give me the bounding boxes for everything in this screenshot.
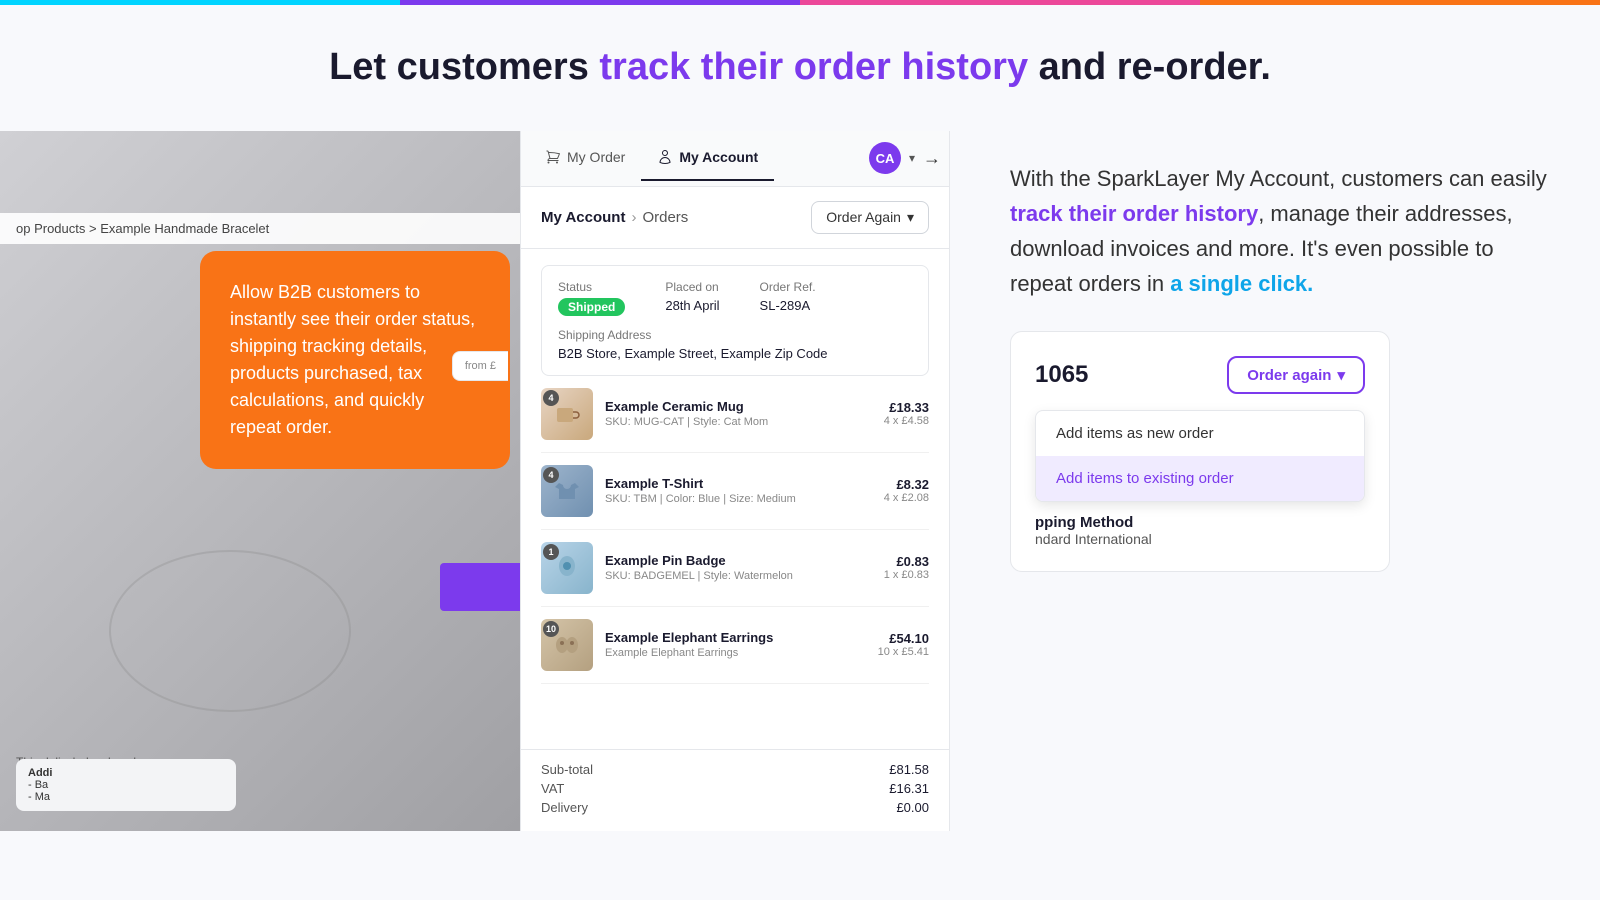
item-image-mug: 4 [541, 388, 593, 440]
user-icon [657, 149, 673, 165]
tab-order-label: My Order [567, 149, 625, 165]
order-meta-row: Status Shipped Placed on 28th April Orde… [558, 280, 912, 316]
add-button[interactable] [440, 563, 520, 611]
placed-on-col: Placed on 28th April [665, 280, 719, 316]
item-price: £18.33 4 x £4.58 [884, 400, 929, 427]
item-qty-badge: 4 [543, 390, 559, 406]
order-item: 4 Example Ceramic Mug SKU: MUG-CAT | Sty… [541, 376, 929, 453]
arrow-right-icon[interactable]: → [923, 148, 941, 169]
panel-breadcrumb: My Account › Orders Order Again ▾ [521, 187, 949, 249]
item-info: Example Ceramic Mug SKU: MUG-CAT | Style… [605, 399, 872, 428]
tab-my-order[interactable]: My Order [529, 135, 641, 181]
bracelet-background: op Products > Example Handmade Bracelet [0, 131, 520, 831]
bar-seg-orange [1200, 0, 1600, 5]
adding-box: Addi - Ba - Ma [16, 759, 236, 811]
order-item: 1 Example Pin Badge SKU: BADGEMEL | Styl… [541, 530, 929, 607]
delivery-row: Delivery £0.00 [541, 800, 929, 815]
top-rainbow-bar [0, 0, 1600, 5]
main-container: Let customers track their order history … [0, 5, 1600, 831]
item-qty-badge: 4 [543, 467, 559, 483]
item-info: Example Pin Badge SKU: BADGEMEL | Style:… [605, 553, 872, 582]
item-qty-badge: 1 [543, 544, 559, 560]
item-image-badge: 1 [541, 542, 593, 594]
breadcrumb: op Products > Example Handmade Bracelet [0, 213, 520, 244]
shipping-address-value: B2B Store, Example Street, Example Zip C… [558, 346, 912, 361]
item-qty-badge: 10 [543, 621, 559, 637]
item-price: £0.83 1 x £0.83 [884, 554, 929, 581]
status-col: Status Shipped [558, 280, 625, 316]
right-content: With the SparkLayer My Account, customer… [950, 131, 1600, 831]
dropdown-item-existing-order[interactable]: Add items to existing order [1036, 456, 1364, 501]
item-info: Example Elephant Earrings Example Elepha… [605, 630, 866, 659]
bar-seg-pink [800, 0, 1200, 5]
page-headline: Let customers track their order history … [329, 45, 1271, 91]
dropdown-item-new-order[interactable]: Add items as new order [1036, 411, 1364, 456]
bar-seg-purple [400, 0, 800, 5]
order-item: 4 Example T-Shirt SKU: TBM | Color: Blue… [541, 453, 929, 530]
widget-top-row: 1065 Order again ▾ [1035, 356, 1365, 394]
shipping-snippet: pping Method ndard International [1035, 514, 1365, 547]
order-ref-col: Order Ref. SL-289A [760, 280, 816, 316]
shipping-method-label: pping Method [1035, 514, 1365, 531]
item-image-earrings: 10 [541, 619, 593, 671]
order-item: 10 Example Elephant Earrings Example Ele… [541, 607, 929, 684]
tab-my-account[interactable]: My Account [641, 135, 774, 181]
cart-icon [545, 149, 561, 165]
shipping-method-value: ndard International [1035, 531, 1365, 547]
widget-order-number: 1065 [1035, 361, 1088, 389]
vat-row: VAT £16.31 [541, 781, 929, 796]
order-again-button[interactable]: Order Again ▾ [811, 201, 929, 234]
bar-seg-cyan [0, 0, 400, 5]
status-badge: Shipped [558, 298, 625, 316]
widget-order-again-button[interactable]: Order again ▾ [1227, 356, 1365, 394]
chevron-down-icon: ▾ [907, 209, 914, 226]
panel-nav: My Order My Account CA ▾ → [521, 131, 949, 187]
order-header-box: Status Shipped Placed on 28th April Orde… [541, 265, 929, 376]
tab-account-label: My Account [679, 149, 758, 165]
nav-right-area: CA ▾ → [869, 142, 941, 174]
right-description: With the SparkLayer My Account, customer… [1010, 161, 1550, 302]
item-price: £54.10 10 x £5.41 [878, 631, 929, 658]
left-product-panel: op Products > Example Handmade Bracelet [0, 131, 520, 831]
shipping-address-label: Shipping Address [558, 328, 912, 342]
order-totals: Sub-total £81.58 VAT £16.31 Delivery £0.… [521, 749, 949, 831]
item-image-shirt: 4 [541, 465, 593, 517]
order-again-dropdown: Add items as new order Add items to exis… [1035, 410, 1365, 502]
item-info: Example T-Shirt SKU: TBM | Color: Blue |… [605, 476, 872, 505]
chevron-down-icon: ▾ [1337, 366, 1345, 384]
breadcrumb-my-account[interactable]: My Account [541, 209, 625, 226]
order-again-widget: 1065 Order again ▾ Add items as new orde… [1010, 331, 1390, 572]
breadcrumb-orders: Orders [642, 209, 688, 226]
account-panel: My Order My Account CA ▾ → [520, 131, 950, 831]
subtotal-row: Sub-total £81.58 [541, 762, 929, 777]
breadcrumb-sep: › [631, 209, 636, 226]
avatar[interactable]: CA [869, 142, 901, 174]
order-items-list: 4 Example Ceramic Mug SKU: MUG-CAT | Sty… [521, 376, 949, 745]
price-tag-area: from £ [452, 351, 508, 381]
columns-layout: op Products > Example Handmade Bracelet [0, 131, 1600, 831]
chevron-down-icon: ▾ [909, 151, 915, 165]
bracelet-svg [30, 431, 430, 731]
item-price: £8.32 4 x £2.08 [884, 477, 929, 504]
